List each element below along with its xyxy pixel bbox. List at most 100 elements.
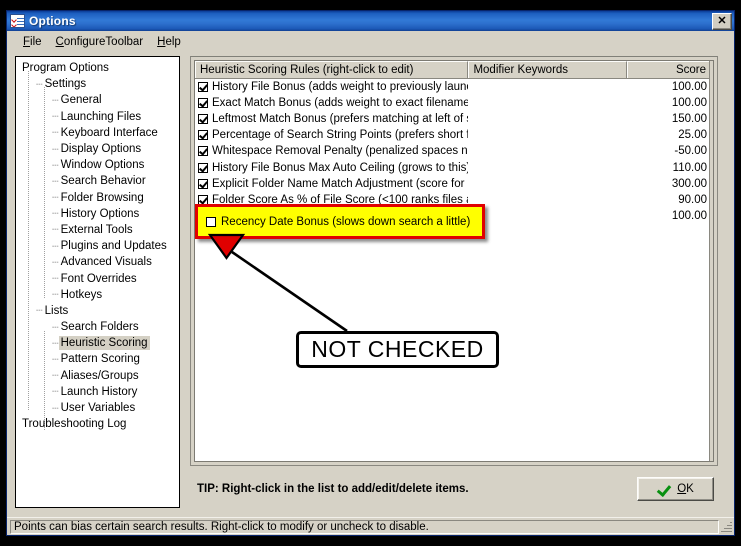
- tip-text: TIP: Right-click in the list to add/edit…: [197, 483, 469, 495]
- listview-scroll-gutter[interactable]: [709, 61, 713, 461]
- table-row[interactable]: Percentage of Search String Points (pref…: [195, 127, 713, 143]
- score-cell: 100.00: [671, 209, 707, 222]
- tree-item-keyboard-interface[interactable]: ┄ Keyboard Interface: [20, 125, 179, 141]
- rule-checkbox[interactable]: [198, 114, 208, 125]
- recency-date-bonus-checkbox[interactable]: [206, 216, 216, 227]
- score-cell: 150.00: [671, 113, 707, 126]
- tree-branch-dash-icon: ┄: [52, 353, 59, 366]
- recency-date-bonus-label: Recency Date Bonus (slows down search a …: [221, 215, 471, 228]
- tree-item-label: Hotkeys: [60, 288, 103, 301]
- tree-item-search-folders[interactable]: ┄ Search Folders: [20, 319, 179, 335]
- column-header-score[interactable]: Score: [627, 61, 713, 78]
- rule-checkbox[interactable]: [198, 130, 208, 141]
- heuristic-scoring-listview[interactable]: Heuristic Scoring Rules (right-click to …: [194, 60, 714, 462]
- tree-item-lists[interactable]: ┄ Lists: [20, 303, 179, 319]
- tree-item-history-options[interactable]: ┄ History Options: [20, 206, 179, 222]
- menu-file[interactable]: File: [16, 34, 49, 50]
- table-row[interactable]: Leftmost Match Bonus (prefers matching a…: [195, 111, 713, 127]
- score-cell: 25.00: [678, 129, 707, 142]
- menu-bar: File ConfigureToolbar Help: [7, 31, 734, 53]
- rule-name-label: Percentage of Search String Points (pref…: [212, 129, 469, 142]
- tree-item-advanced-visuals[interactable]: ┄ Advanced Visuals: [20, 254, 179, 270]
- rule-name-cell: Percentage of Search String Points (pref…: [195, 129, 468, 141]
- tree-item-search-behavior[interactable]: ┄ Search Behavior: [20, 173, 179, 189]
- tree-item-pattern-scoring[interactable]: ┄ Pattern Scoring: [20, 351, 179, 367]
- options-window: Options ✕ File ConfigureToolbar Help Pro…: [6, 10, 735, 536]
- tree-branch-dash-icon: ┄: [52, 273, 59, 286]
- tree-item-label: Plugins and Updates: [60, 240, 167, 253]
- tree-item-general[interactable]: ┄ General: [20, 92, 179, 108]
- rule-checkbox[interactable]: [198, 98, 208, 109]
- tree-branch-dash-icon: ┄: [36, 305, 43, 318]
- tree-item-label: Settings: [44, 78, 87, 91]
- tree-item-program-options[interactable]: Program Options: [20, 60, 179, 76]
- tree-branch-dash-icon: ┄: [52, 208, 59, 221]
- status-bar: Points can bias certain search results. …: [7, 517, 734, 535]
- rule-checkbox[interactable]: [198, 162, 208, 173]
- rule-checkbox[interactable]: [198, 82, 208, 93]
- rule-checkbox[interactable]: [198, 178, 208, 189]
- table-row[interactable]: History File Bonus (adds weight to previ…: [195, 79, 713, 95]
- ok-button-label: OK: [677, 483, 694, 495]
- menu-help[interactable]: Help: [150, 34, 188, 50]
- annotation-highlight-box: Recency Date Bonus (slows down search a …: [195, 204, 485, 239]
- tree-item-heuristic-scoring[interactable]: ┄ Heuristic Scoring: [20, 335, 179, 351]
- tree-item-troubleshooting-log[interactable]: Troubleshooting Log: [20, 416, 179, 432]
- tree-item-settings[interactable]: ┄ Settings: [20, 76, 179, 92]
- table-row[interactable]: History File Bonus Max Auto Ceiling (gro…: [195, 159, 713, 175]
- tree-item-label: Window Options: [60, 159, 145, 172]
- window-title: Options: [29, 14, 76, 28]
- rule-name-cell: Exact Match Bonus (adds weight to exact …: [195, 97, 468, 109]
- tree-item-label: Program Options: [22, 62, 109, 75]
- list-panel: Heuristic Scoring Rules (right-click to …: [190, 56, 718, 466]
- listview-body: History File Bonus (adds weight to previ…: [195, 79, 713, 224]
- tree-item-launching-files[interactable]: ┄ Launching Files: [20, 109, 179, 125]
- rule-name-cell: Leftmost Match Bonus (prefers matching a…: [195, 113, 468, 125]
- tree-item-launch-history[interactable]: ┄ Launch History: [20, 384, 179, 400]
- tree-branch-dash-icon: ┄: [52, 159, 59, 172]
- tree-item-aliases-groups[interactable]: ┄ Aliases/Groups: [20, 368, 179, 384]
- menu-file-label: ile: [30, 35, 42, 48]
- tree-item-window-options[interactable]: ┄ Window Options: [20, 157, 179, 173]
- tree-item-plugins-and-updates[interactable]: ┄ Plugins and Updates: [20, 238, 179, 254]
- rule-name-label: Leftmost Match Bonus (prefers matching a…: [212, 113, 469, 126]
- tree-branch-dash-icon: ┄: [52, 175, 59, 188]
- score-cell: 300.00: [671, 177, 707, 190]
- rule-checkbox[interactable]: [198, 146, 208, 157]
- tree-branch-dash-icon: ┄: [52, 289, 59, 302]
- tree-branch-dash-icon: ┄: [52, 127, 59, 140]
- resize-grip[interactable]: [719, 519, 734, 534]
- table-row[interactable]: Whitespace Removal Penalty (penalized sp…: [195, 143, 713, 159]
- tree-branch-dash-icon: ┄: [52, 143, 59, 156]
- score-cell: 100.00: [671, 81, 707, 94]
- tree-item-hotkeys[interactable]: ┄ Hotkeys: [20, 287, 179, 303]
- status-text: Points can bias certain search results. …: [10, 519, 719, 534]
- tree-item-folder-browsing[interactable]: ┄ Folder Browsing: [20, 190, 179, 206]
- tree-branch-dash-icon: ┄: [52, 402, 59, 415]
- tree-item-display-options[interactable]: ┄ Display Options: [20, 141, 179, 157]
- annotation-callout-text: NOT CHECKED: [311, 336, 484, 362]
- rule-name-label: Whitespace Removal Penalty (penalized sp…: [212, 145, 469, 158]
- listview-header: Heuristic Scoring Rules (right-click to …: [195, 61, 713, 79]
- tree-branch-dash-icon: ┄: [52, 94, 59, 107]
- tree-item-label: Lists: [44, 304, 69, 317]
- options-tree[interactable]: Program Options ┄ Settings ┄ General ┄ Launchi…: [15, 56, 180, 508]
- tree-branch-dash-icon: ┄: [52, 256, 59, 269]
- tree-item-label: Pattern Scoring: [60, 353, 140, 366]
- close-icon[interactable]: ✕: [712, 12, 732, 30]
- table-row[interactable]: Exact Match Bonus (adds weight to exact …: [195, 95, 713, 111]
- table-row[interactable]: Explicit Folder Name Match Adjustment (s…: [195, 176, 713, 192]
- tree-branch-dash-icon: ┄: [52, 224, 59, 237]
- tree-item-user-variables[interactable]: ┄ User Variables: [20, 400, 179, 416]
- rule-name-cell: History File Bonus (adds weight to previ…: [195, 81, 468, 93]
- tree-item-font-overrides[interactable]: ┄ Font Overrides: [20, 270, 179, 286]
- column-header-rules[interactable]: Heuristic Scoring Rules (right-click to …: [195, 61, 469, 78]
- column-header-modifier-keywords[interactable]: Modifier Keywords: [468, 61, 628, 78]
- tree-item-external-tools[interactable]: ┄ External Tools: [20, 222, 179, 238]
- menu-configuretoolbar-label: onfigureToolbar: [63, 35, 144, 48]
- menu-configuretoolbar[interactable]: ConfigureToolbar: [49, 34, 151, 50]
- tree-branch-dash-icon: ┄: [52, 386, 59, 399]
- ok-button[interactable]: OK: [637, 477, 714, 501]
- tree-item-label: Folder Browsing: [60, 191, 144, 204]
- tree-branch-dash-icon: ┄: [52, 111, 59, 124]
